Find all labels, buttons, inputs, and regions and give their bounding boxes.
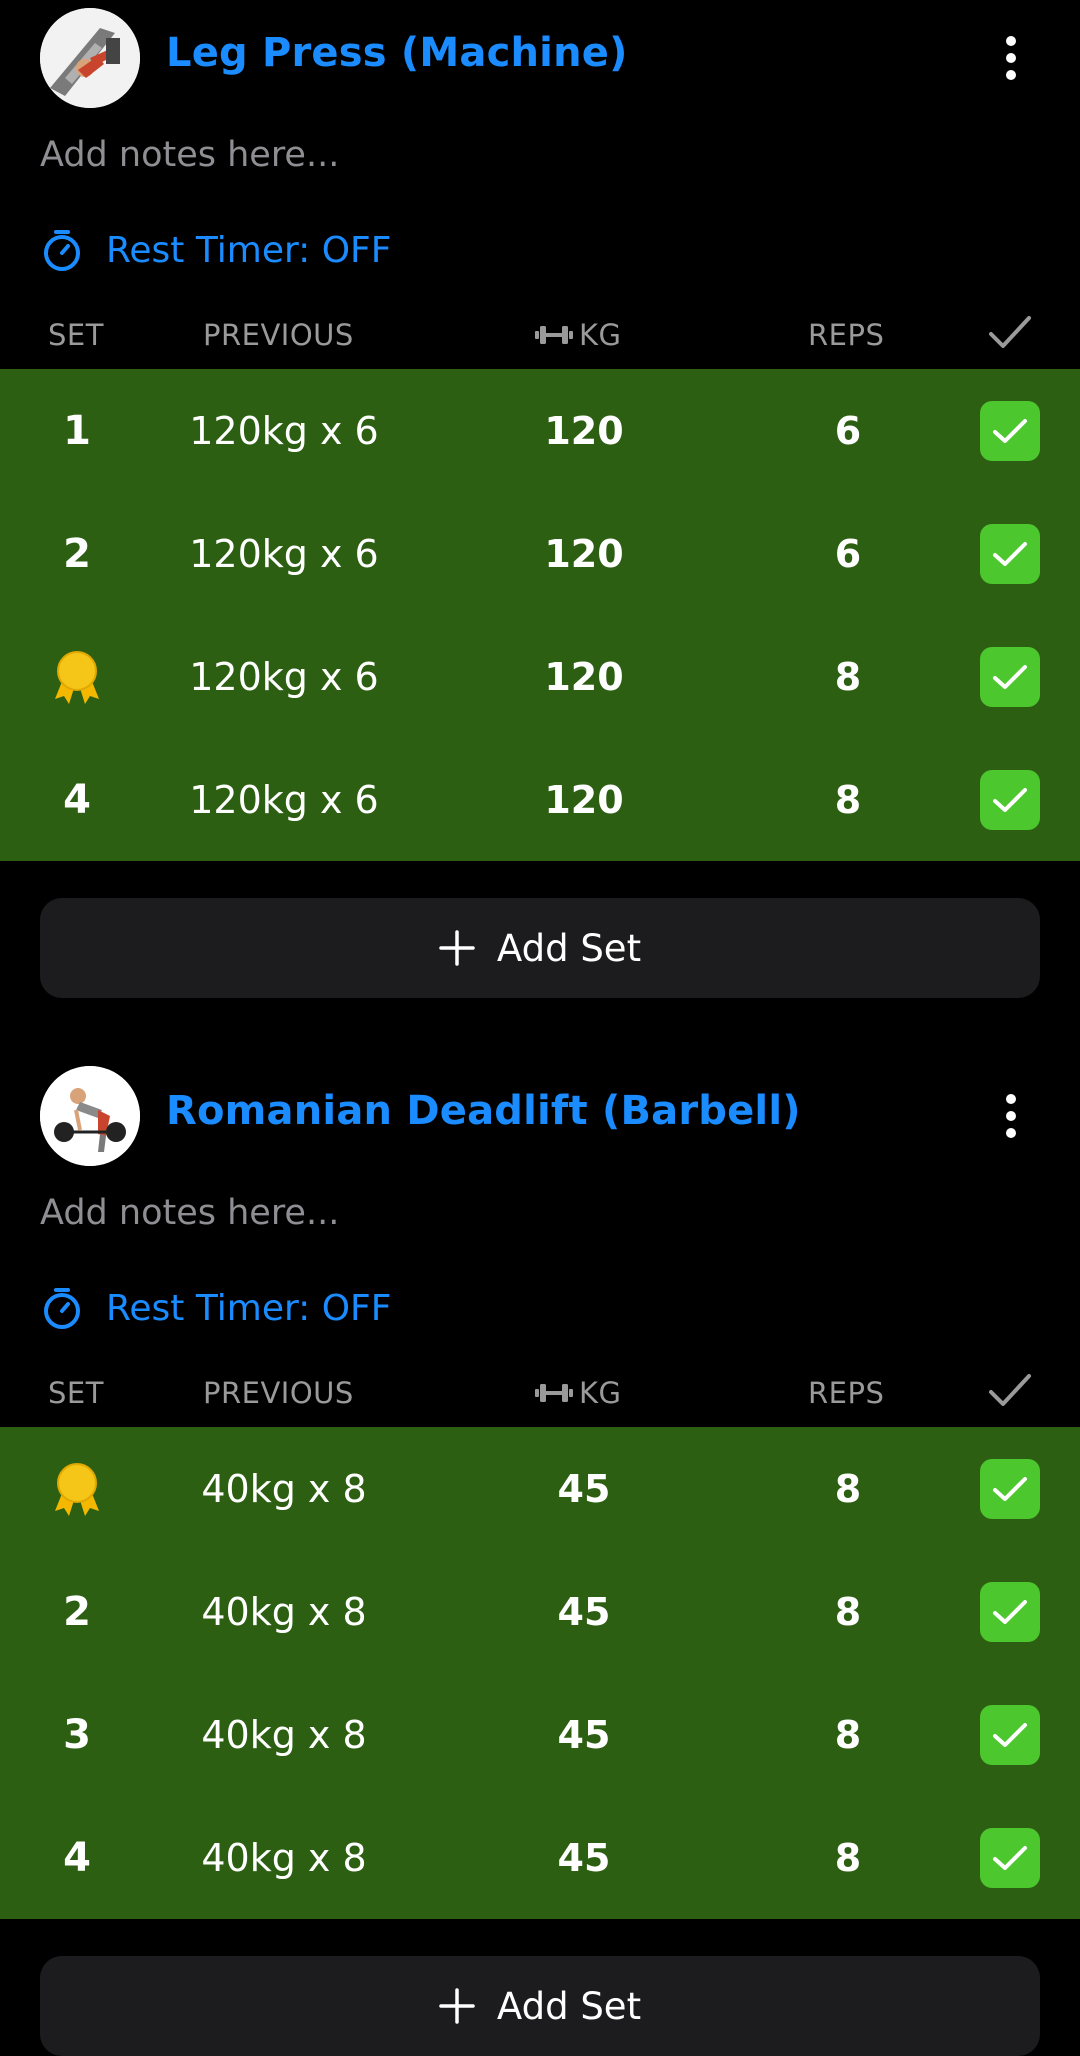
check-icon [993,1845,1027,1870]
medal-icon[interactable] [27,1427,127,1550]
weight-input[interactable]: 120 [484,615,684,738]
reps-input[interactable]: 6 [798,492,898,615]
previous-value[interactable]: 40kg x 8 [164,1796,404,1919]
column-previous: PREVIOUS [203,318,354,352]
sets-table: 40kg x 8 45 8 2 40kg x 8 45 8 3 40kg x 8… [0,1427,1080,1919]
set-number[interactable]: 1 [27,369,127,492]
check-icon [993,1599,1027,1624]
complete-set-button[interactable] [980,1796,1040,1919]
rest-timer-button[interactable]: Rest Timer: OFF [40,224,391,276]
check-icon [993,1476,1027,1501]
reps-input[interactable]: 8 [798,615,898,738]
column-kg-label: KG [579,318,622,352]
column-reps: REPS [808,1376,885,1410]
exercise-title[interactable]: Leg Press (Machine) [166,30,628,76]
plus-icon [439,930,475,966]
add-set-button[interactable]: Add Set [40,1956,1040,2056]
weight-input[interactable]: 45 [484,1796,684,1919]
complete-set-button[interactable] [980,369,1040,492]
set-number[interactable]: 2 [27,1550,127,1673]
checkmark-icon [988,1370,1032,1417]
complete-set-button[interactable] [980,738,1040,861]
complete-set-button[interactable] [980,615,1040,738]
weight-input[interactable]: 45 [484,1550,684,1673]
weight-input[interactable]: 45 [484,1673,684,1796]
previous-value[interactable]: 120kg x 6 [164,492,404,615]
previous-value[interactable]: 120kg x 6 [164,615,404,738]
check-icon [993,787,1027,812]
rest-timer-button[interactable]: Rest Timer: OFF [40,1282,391,1334]
notes-field[interactable]: Add notes here... [40,135,339,175]
sets-table: 1 120kg x 6 120 6 2 120kg x 6 120 6 120k… [0,369,1080,861]
column-kg-label: KG [579,1376,622,1410]
medal-icon[interactable] [27,615,127,738]
exercise-title[interactable]: Romanian Deadlift (Barbell) [166,1088,801,1134]
set-number[interactable]: 2 [27,492,127,615]
complete-set-button[interactable] [980,1550,1040,1673]
previous-value[interactable]: 40kg x 8 [164,1673,404,1796]
column-reps: REPS [808,318,885,352]
column-kg: KG [535,318,622,352]
weight-input[interactable]: 120 [484,369,684,492]
weight-input[interactable]: 45 [484,1427,684,1550]
exercise-header: Romanian Deadlift (Barbell) [0,1058,1080,1176]
set-row: 120kg x 6 120 8 [0,615,1080,738]
complete-set-button[interactable] [980,1427,1040,1550]
notes-field[interactable]: Add notes here... [40,1193,339,1233]
dumbbell-icon [535,326,573,344]
set-table-header: SET PREVIOUS KG REPS [0,1368,1080,1420]
stopwatch-icon [44,1288,80,1329]
check-icon [993,664,1027,689]
column-kg: KG [535,1376,622,1410]
reps-input[interactable]: 8 [798,738,898,861]
set-row: 1 120kg x 6 120 6 [0,369,1080,492]
weight-input[interactable]: 120 [484,738,684,861]
complete-set-button[interactable] [980,492,1040,615]
add-set-label: Add Set [496,1984,642,2028]
set-number[interactable]: 4 [27,738,127,861]
exercise-header: Leg Press (Machine) [0,0,1080,118]
stopwatch-icon [44,230,80,271]
check-icon [993,1722,1027,1747]
complete-set-button[interactable] [980,1673,1040,1796]
set-row: 4 40kg x 8 45 8 [0,1796,1080,1919]
rest-timer-label: Rest Timer: OFF [106,1287,392,1329]
reps-input[interactable]: 8 [798,1796,898,1919]
exercise-thumbnail[interactable] [40,1066,140,1166]
check-icon [993,418,1027,443]
more-options-icon[interactable] [988,1088,1034,1144]
previous-value[interactable]: 120kg x 6 [164,369,404,492]
plus-icon [439,1988,475,2024]
reps-input[interactable]: 8 [798,1550,898,1673]
previous-value[interactable]: 40kg x 8 [164,1427,404,1550]
set-table-header: SET PREVIOUS KG REPS [0,310,1080,362]
set-row: 2 120kg x 6 120 6 [0,492,1080,615]
column-set: SET [48,1376,104,1410]
dumbbell-icon [535,1384,573,1402]
reps-input[interactable]: 8 [798,1427,898,1550]
column-previous: PREVIOUS [203,1376,354,1410]
add-set-button[interactable]: Add Set [40,898,1040,998]
weight-input[interactable]: 120 [484,492,684,615]
set-row: 3 40kg x 8 45 8 [0,1673,1080,1796]
checkmark-icon [988,312,1032,359]
set-row: 4 120kg x 6 120 8 [0,738,1080,861]
check-icon [993,541,1027,566]
more-options-icon[interactable] [988,30,1034,86]
set-number[interactable]: 4 [27,1796,127,1919]
column-set: SET [48,318,104,352]
set-number[interactable]: 3 [27,1673,127,1796]
set-row: 2 40kg x 8 45 8 [0,1550,1080,1673]
reps-input[interactable]: 8 [798,1673,898,1796]
exercise-thumbnail[interactable] [40,8,140,108]
reps-input[interactable]: 6 [798,369,898,492]
previous-value[interactable]: 40kg x 8 [164,1550,404,1673]
add-set-label: Add Set [496,926,642,970]
set-row: 40kg x 8 45 8 [0,1427,1080,1550]
previous-value[interactable]: 120kg x 6 [164,738,404,861]
rest-timer-label: Rest Timer: OFF [106,229,392,271]
